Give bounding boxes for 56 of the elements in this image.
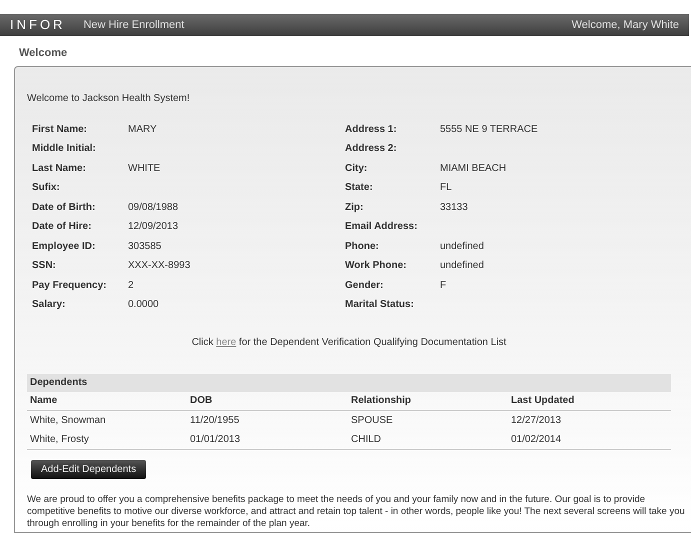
- dependents-header: Dependents: [27, 374, 671, 392]
- field-label: Pay Frequency:: [32, 278, 108, 293]
- table-cell-text: White, Snowman: [30, 414, 107, 428]
- table-cell-text: 01/01/2013: [190, 432, 242, 446]
- field-label: Salary:: [32, 298, 66, 312]
- app-title: New Hire Enrollment: [83, 18, 184, 33]
- logo: INFOR: [10, 16, 66, 34]
- field-value: 303585: [128, 240, 162, 254]
- field-label: Work Phone:: [345, 259, 408, 274]
- field-value: FL: [440, 181, 452, 196]
- field-label: Employee ID:: [32, 240, 96, 254]
- field-label: Last Name:: [32, 162, 87, 176]
- field-label: City:: [345, 162, 368, 176]
- field-label: Date of Birth:: [32, 200, 96, 215]
- table-cell-text: 01/02/2014: [511, 432, 562, 446]
- field-label: Address 2:: [345, 142, 398, 156]
- field-value: 33133: [440, 200, 468, 215]
- field-label: SSN:: [32, 259, 57, 274]
- documentation-note: Click here for the Dependent Verification Qualifying Documentation List: [190, 336, 508, 350]
- benefits-paragraph: We are proud to offer you a comprehensive benefits package to meet the needs of you and your family now and in the future. Our goal is to provide competitive benefits to motive our diverse workforce, and attract and retain top talent - in other words, people like you! The next several screens will take you through enrolling in your benefits for the remainder of the plan year.: [27, 494, 686, 530]
- field-value: 0.0000: [128, 298, 159, 312]
- field-value: WHITE: [128, 162, 160, 176]
- field-value: 12/09/2013: [128, 220, 178, 234]
- field-value: undefined: [440, 240, 484, 254]
- field-label: Email Address:: [345, 220, 418, 234]
- field-label: Sufix:: [32, 181, 61, 196]
- add-edit-dependents-button[interactable]: Add-Edit Dependents: [31, 460, 146, 478]
- field-value: 5555 NE 9 TERRACE: [440, 122, 538, 137]
- field-label: Middle Initial:: [32, 142, 97, 156]
- field-value: XXX-XX-8993: [128, 259, 190, 274]
- field-label: Zip:: [345, 200, 364, 215]
- field-label: Gender:: [345, 278, 384, 293]
- field-label: First Name:: [32, 122, 88, 137]
- field-value: MIAMI BEACH: [440, 162, 506, 176]
- field-label: State:: [345, 181, 374, 196]
- column-header: Relationship: [351, 394, 412, 408]
- intro-text: Welcome to Jackson Health System!: [27, 92, 191, 106]
- field-label: Phone:: [345, 240, 380, 254]
- field-label: Marital Status:: [345, 298, 415, 312]
- column-header: Name: [30, 394, 58, 408]
- greeting: Welcome, Mary White: [572, 18, 679, 33]
- field-value: 09/08/1988: [128, 200, 178, 215]
- field-value: MARY: [128, 122, 157, 137]
- field-label: Date of Hire:: [32, 220, 92, 234]
- column-header: DOB: [190, 394, 214, 408]
- field-label: Address 1:: [345, 122, 398, 137]
- table-cell-text: 12/27/2013: [511, 414, 562, 428]
- field-value: undefined: [440, 259, 484, 274]
- field-value: 2: [128, 278, 134, 293]
- column-header: Last Updated: [511, 394, 576, 408]
- table-cell-text: 11/20/1955: [190, 414, 240, 428]
- page-title: Welcome: [18, 46, 68, 61]
- field-value: F: [440, 278, 446, 293]
- table-cell-text: White, Frosty: [30, 432, 90, 446]
- table-cell-text: CHILD: [351, 432, 382, 446]
- table-cell-text: SPOUSE: [351, 414, 394, 428]
